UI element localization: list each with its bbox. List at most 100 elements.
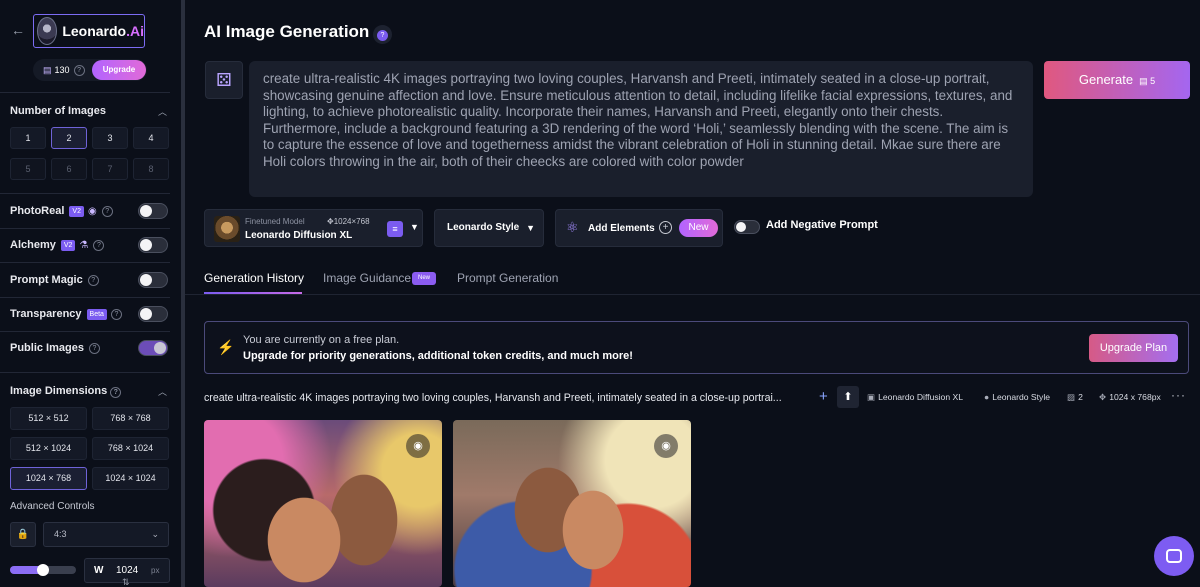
brand-name: Leonardo.Ai [62,23,144,39]
image-count-2[interactable]: 2 [51,127,87,149]
photoreal-row: PhotoReal V2 ◉ ? [10,201,170,221]
help-icon[interactable]: ? [88,342,100,354]
chevron-up-icon[interactable]: ︿ [158,385,167,398]
negative-prompt-label: Add Negative Prompt [766,219,878,231]
transparency-toggle[interactable] [138,306,168,322]
token-balance: ▤ 130 ? Upgrade [33,59,147,81]
image-count-8[interactable]: 8 [133,158,169,180]
help-icon[interactable]: ? [373,25,392,44]
tab-generation-history[interactable]: Generation History [204,271,304,285]
help-icon[interactable]: ? [87,274,99,286]
image-count-6[interactable]: 6 [51,158,87,180]
chat-support-icon[interactable] [1154,536,1194,576]
prompt-input[interactable]: create ultra-realistic 4K images portray… [249,61,1033,197]
help-icon[interactable]: ? [110,308,122,320]
drop-icon: ● [984,392,990,402]
banner-line-2: Upgrade for priority generations, additi… [243,350,633,362]
generate-button[interactable]: Generate ▤ 5 [1044,61,1190,99]
plus-icon[interactable]: + [819,388,828,405]
generation-count: ▨ 2 [1067,392,1083,402]
eye-icon[interactable]: ◉ [654,434,678,458]
help-icon[interactable]: ? [110,387,122,398]
alchemy-toggle[interactable] [138,237,168,253]
sidebar: ← Leonardo.Ai ▤ 130 ? Upgrade Number of … [0,0,180,587]
photoreal-toggle[interactable] [138,203,168,219]
image-count-7[interactable]: 7 [92,158,128,180]
upgrade-button[interactable]: Upgrade [92,60,146,80]
width-unit: px [151,566,160,575]
transparency-label: Transparency [10,308,82,320]
atom-icon: ⚛ [566,219,579,235]
public-images-toggle[interactable] [138,340,168,356]
image-count-1[interactable]: 1 [10,127,46,149]
token-cost: ▤ 5 [1139,76,1156,86]
swap-icon[interactable]: ⇅ [122,577,130,587]
token-count: 130 [54,65,70,75]
number-of-images-title: Number of Images [10,105,106,117]
divider [0,262,170,263]
generation-style: ● Leonardo Style [984,392,1051,402]
divider [185,294,1200,295]
bolt-icon: ⚡ [217,339,235,355]
public-images-label: Public Images [10,342,84,354]
dimension-512x1024[interactable]: 512 × 1024 [10,437,87,460]
style-select[interactable]: Leonardo Style ▼ [434,209,544,247]
aspect-ratio-select[interactable]: 4:3 ⌄ [43,522,169,547]
generation-header: create ultra-realistic 4K images portray… [204,386,1194,408]
avatar [37,17,58,45]
divider [0,297,170,298]
alchemy-label: Alchemy [10,239,56,251]
help-icon[interactable]: ? [101,205,113,217]
dimension-768x768[interactable]: 768 × 768 [92,407,169,430]
width-slider[interactable] [10,564,76,576]
add-elements-label: Add Elements [588,223,655,234]
collapse-sidebar-icon[interactable]: ← [11,23,29,37]
tab-image-guidance[interactable]: Image Guidance [323,271,411,285]
help-icon[interactable]: ? [93,239,105,251]
dimension-1024x768[interactable]: 1024 × 768 [10,467,87,490]
caret-down-icon: ▼ [410,222,419,232]
width-label: W [94,565,104,576]
divider [0,193,170,194]
eye-icon[interactable]: ◉ [406,434,430,458]
caret-down-icon: ▼ [526,223,535,233]
negative-prompt-toggle[interactable] [734,220,760,234]
image-count-4[interactable]: 4 [133,127,169,149]
v2-badge: V2 [69,205,84,217]
image-count-3[interactable]: 3 [92,127,128,149]
tab-prompt-generation[interactable]: Prompt Generation [457,271,558,285]
edit-model-icon[interactable]: ≡ [387,221,403,237]
generation-size: ✥ 1024 x 768px [1099,392,1161,402]
image-count-5[interactable]: 5 [10,158,46,180]
add-elements-button[interactable]: ⚛ Add Elements + New [555,209,723,247]
prompt-magic-toggle[interactable] [138,272,168,288]
lock-icon[interactable]: 🔒 [10,522,36,547]
new-badge: New [679,219,718,237]
more-options-icon[interactable]: ··· [1171,388,1186,402]
aspect-ratio-value: 4:3 [54,529,67,539]
generated-image-1[interactable]: ◉ [204,420,442,587]
divider [0,372,170,373]
divider [0,228,170,229]
model-name: Leonardo Diffusion XL [245,230,353,241]
images-icon: ▨ [1067,392,1076,402]
random-prompt-dice-icon[interactable]: ⚄ [205,61,243,99]
dimension-768x1024[interactable]: 768 × 1024 [92,437,169,460]
dimension-512x512[interactable]: 512 × 512 [10,407,87,430]
divider [0,331,170,332]
brand-logo[interactable]: Leonardo.Ai [33,14,145,48]
help-icon[interactable]: ? [73,64,85,76]
dimension-1024x1024[interactable]: 1024 × 1024 [92,467,169,490]
reuse-prompt-arrow-up-icon[interactable]: ⬆ [837,386,859,408]
model-kicker: Finetuned Model [245,217,305,226]
move-icon: ✥ [1099,392,1107,402]
banner-line-1: You are currently on a free plan. [243,334,400,346]
upgrade-plan-button[interactable]: Upgrade Plan [1089,334,1178,362]
generated-image-2[interactable]: ◉ [453,420,691,587]
generation-prompt[interactable]: create ultra-realistic 4K images portray… [204,392,782,404]
prompt-magic-label: Prompt Magic [10,274,83,286]
slider-handle[interactable] [37,564,49,576]
model-thumbnail [214,216,240,242]
chevron-up-icon[interactable]: ︿ [158,105,167,118]
model-select[interactable]: Finetuned Model ✥1024×768 Leonardo Diffu… [204,209,423,247]
